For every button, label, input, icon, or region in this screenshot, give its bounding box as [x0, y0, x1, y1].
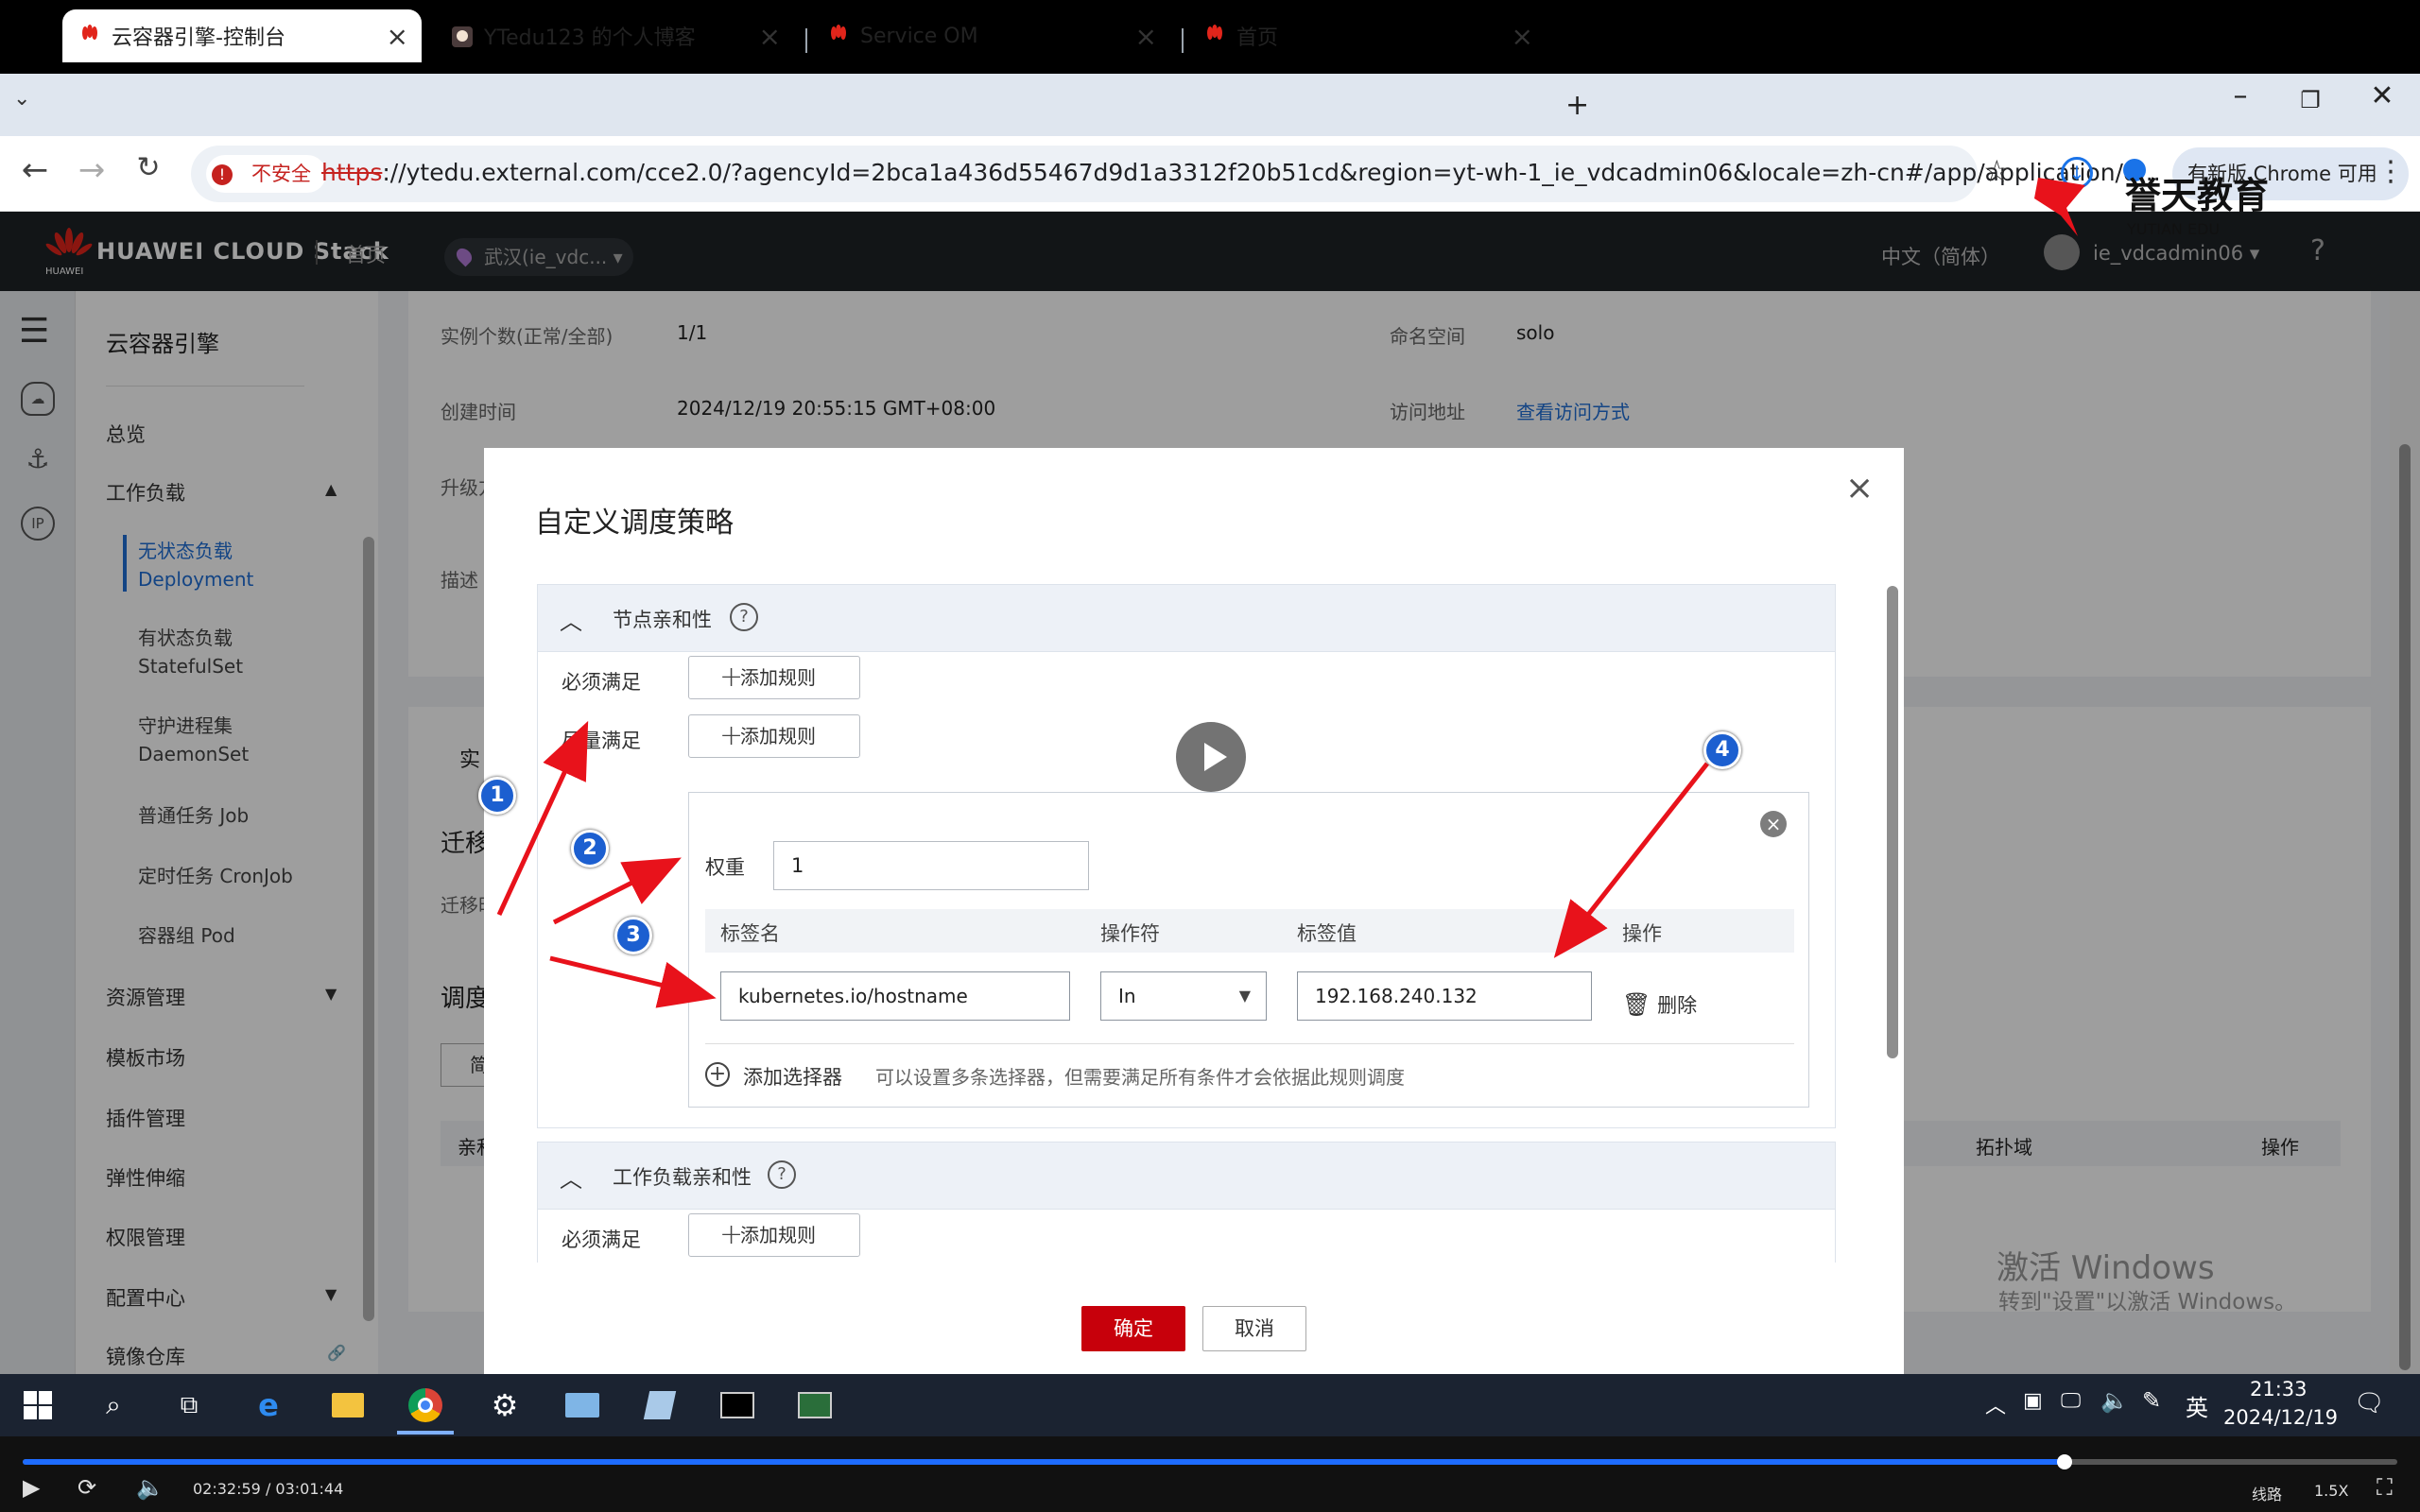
arrow-to-label-value: [1553, 762, 1709, 958]
video-player-bar: [0, 1436, 2420, 1512]
arrow-to-label-key: [549, 955, 717, 1008]
annotation-badge-4: 4: [1703, 731, 1741, 769]
annotation-badge-2: 2: [571, 830, 609, 868]
volume-icon[interactable]: 🔈: [2100, 1387, 2129, 1414]
pen-icon[interactable]: ✎: [2142, 1387, 2161, 1414]
play-icon[interactable]: ▶: [23, 1474, 40, 1501]
notification-icon[interactable]: 🗨: [2354, 1389, 2385, 1418]
windows-start-icon[interactable]: [9, 1382, 66, 1429]
input-method-indicator[interactable]: 英: [2186, 1389, 2208, 1422]
notepad-app-icon[interactable]: [631, 1382, 688, 1429]
annotation-arrows: [496, 720, 1709, 1008]
search-icon[interactable]: ⌕: [85, 1382, 142, 1429]
screenshot-tool-icon[interactable]: [786, 1382, 843, 1429]
chrome-icon[interactable]: [397, 1382, 454, 1429]
remote-desktop-icon[interactable]: [554, 1382, 611, 1429]
settings-gear-icon[interactable]: ⚙: [476, 1382, 533, 1429]
line-selector[interactable]: 线路: [2252, 1482, 2282, 1504]
file-explorer-icon[interactable]: [320, 1382, 376, 1429]
tray-shield-icon[interactable]: ▣: [2023, 1389, 2043, 1413]
tray-chevron-icon[interactable]: ︿: [1985, 1389, 2006, 1419]
terminal-icon[interactable]: [709, 1382, 766, 1429]
speed-selector[interactable]: 1.5X: [2314, 1482, 2348, 1500]
fullscreen-icon[interactable]: ⛶: [2377, 1474, 2393, 1501]
active-app-indicator: [397, 1431, 454, 1435]
progress-fill: [23, 1459, 2066, 1465]
network-icon[interactable]: 🖵: [2061, 1389, 2081, 1413]
task-view-icon[interactable]: ⧉: [161, 1382, 217, 1429]
arrow-to-preferred: [496, 720, 589, 917]
clock-date[interactable]: 2024/12/19: [2223, 1406, 2338, 1429]
clock-time[interactable]: 21:33: [2250, 1378, 2308, 1400]
annotation-badge-1: 1: [478, 777, 516, 815]
annotation-badge-3: 3: [614, 917, 652, 954]
playback-time: 02:32:59 / 03:01:44: [193, 1480, 344, 1498]
loop-icon[interactable]: ⟳: [78, 1474, 96, 1501]
arrow-to-weight: [552, 857, 682, 925]
internet-explorer-icon[interactable]: e: [240, 1382, 297, 1429]
volume-icon[interactable]: 🔈: [136, 1474, 164, 1501]
